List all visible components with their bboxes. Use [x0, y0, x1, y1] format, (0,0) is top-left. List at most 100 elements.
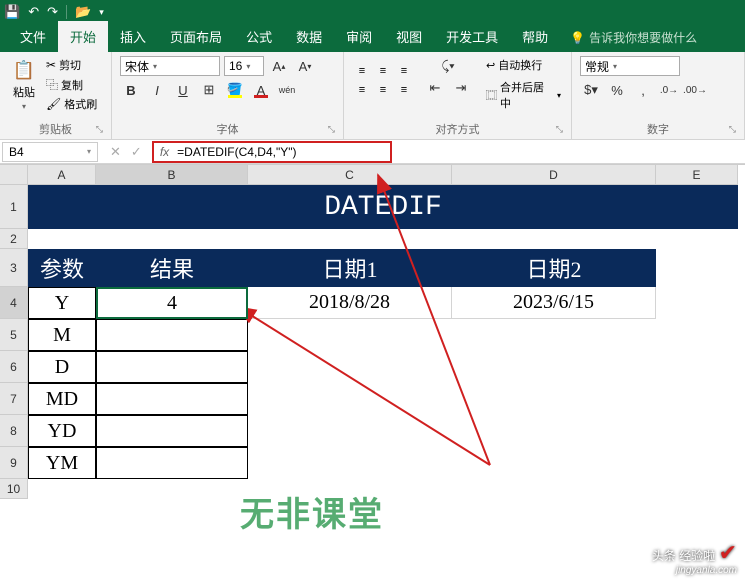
check-icon: ✔	[719, 540, 737, 565]
accept-icon[interactable]: ✓	[131, 144, 142, 160]
column-header-B[interactable]: B	[96, 165, 248, 185]
cell[interactable]	[96, 351, 248, 383]
tab-review[interactable]: 审阅	[334, 21, 384, 52]
cell[interactable]: DATEDIF	[28, 185, 738, 229]
cell[interactable]	[96, 415, 248, 447]
row-header-1[interactable]: 1	[0, 185, 28, 229]
column-header-A[interactable]: A	[28, 165, 96, 185]
merge-label: 合并后居中	[500, 79, 552, 111]
decrease-font-button[interactable]: A▾	[294, 56, 316, 76]
worksheet[interactable]: ABCDE 12345678910 DATEDIF参数结果日期1日期2Y4201…	[0, 164, 745, 584]
cell[interactable]: Y	[28, 287, 96, 319]
orientation-button[interactable]: ⤹▾	[424, 56, 472, 76]
copy-button[interactable]: ⿻复制	[44, 75, 99, 94]
phonetic-button[interactable]: wén	[276, 80, 298, 100]
align-top-button[interactable]: ≡	[352, 62, 372, 80]
currency-button[interactable]: $▾	[580, 80, 602, 100]
redo-icon[interactable]: ↷	[47, 4, 58, 20]
cell[interactable]: D	[28, 351, 96, 383]
cell[interactable]: M	[28, 319, 96, 351]
cell[interactable]: 2018/8/28	[248, 287, 452, 319]
fill-color-button[interactable]: 🪣	[224, 80, 246, 100]
tab-view[interactable]: 视图	[384, 21, 434, 52]
dialog-launcher-icon[interactable]: ⤡	[96, 124, 103, 135]
format-painter-button[interactable]: 🖌格式刷	[44, 95, 99, 113]
row-header-2[interactable]: 2	[0, 229, 28, 249]
increase-indent-button[interactable]: ⇥	[450, 78, 472, 98]
cell[interactable]	[96, 383, 248, 415]
column-header-C[interactable]: C	[248, 165, 452, 185]
save-icon[interactable]: 💾	[4, 4, 20, 20]
clipboard-group-label: 剪贴板⤡	[8, 119, 103, 137]
cell[interactable]: YD	[28, 415, 96, 447]
bold-button[interactable]: B	[120, 80, 142, 100]
border-button[interactable]: ⊞	[198, 80, 220, 100]
tab-formulas[interactable]: 公式	[234, 21, 284, 52]
align-right-button[interactable]: ≡	[394, 81, 414, 99]
cell[interactable]: 日期1	[248, 249, 452, 287]
tab-dev[interactable]: 开发工具	[434, 21, 510, 52]
cell[interactable]	[96, 447, 248, 479]
decrease-decimal-button[interactable]: .00→	[684, 80, 706, 100]
cell[interactable]: 2023/6/15	[452, 287, 656, 319]
name-box[interactable]: B4 ▾	[2, 142, 98, 162]
dialog-launcher-icon[interactable]: ⤡	[328, 124, 335, 135]
row-header-9[interactable]: 9	[0, 447, 28, 479]
dialog-launcher-icon[interactable]: ⤡	[729, 124, 736, 135]
underline-button[interactable]: U	[172, 80, 194, 100]
tab-layout[interactable]: 页面布局	[158, 21, 234, 52]
row-header-3[interactable]: 3	[0, 249, 28, 287]
row-header-10[interactable]: 10	[0, 479, 28, 499]
tab-data[interactable]: 数据	[284, 21, 334, 52]
cell[interactable]	[96, 319, 248, 351]
merge-icon: ⿴	[486, 87, 497, 103]
align-middle-button[interactable]: ≡	[373, 62, 393, 80]
column-header-E[interactable]: E	[656, 165, 738, 185]
align-center-button[interactable]: ≡	[373, 81, 393, 99]
cell[interactable]: YM	[28, 447, 96, 479]
align-bottom-button[interactable]: ≡	[394, 62, 414, 80]
paste-button[interactable]: 📋 粘贴 ▾	[8, 56, 40, 113]
percent-button[interactable]: %	[606, 80, 628, 100]
decrease-indent-button[interactable]: ⇤	[424, 78, 446, 98]
font-size-combo[interactable]: 16▾	[224, 56, 264, 76]
number-format-combo[interactable]: 常规▾	[580, 56, 680, 76]
cell[interactable]: 结果	[96, 249, 248, 287]
cut-button[interactable]: ✂剪切	[44, 56, 99, 74]
row-header-7[interactable]: 7	[0, 383, 28, 415]
align-left-button[interactable]: ≡	[352, 81, 372, 99]
font-name-combo[interactable]: 宋体▾	[120, 56, 220, 76]
italic-button[interactable]: I	[146, 80, 168, 100]
cell[interactable]: 日期2	[452, 249, 656, 287]
tab-file[interactable]: 文件	[8, 21, 58, 52]
tab-home[interactable]: 开始	[58, 21, 108, 52]
tell-me-search[interactable]: 💡 告诉我你想要做什么	[560, 23, 707, 52]
merge-center-button[interactable]: ⿴合并后居中▾	[484, 78, 563, 112]
row-header-5[interactable]: 5	[0, 319, 28, 351]
active-cell[interactable]: 4	[96, 287, 248, 319]
cell[interactable]: 参数	[28, 249, 96, 287]
dialog-launcher-icon[interactable]: ⤡	[556, 124, 563, 135]
folder-icon[interactable]: 📂	[75, 4, 91, 20]
tab-insert[interactable]: 插入	[108, 21, 158, 52]
cancel-icon[interactable]: ✕	[110, 144, 121, 160]
dropdown-icon[interactable]: ▾	[99, 7, 104, 18]
row-header-4[interactable]: 4	[0, 287, 28, 319]
tab-help[interactable]: 帮助	[510, 21, 560, 52]
select-all-corner[interactable]	[0, 165, 28, 185]
formula-input-highlighted[interactable]: fx =DATEDIF(C4,D4,"Y")	[152, 141, 392, 163]
row-header-6[interactable]: 6	[0, 351, 28, 383]
increase-font-button[interactable]: A▴	[268, 56, 290, 76]
cell[interactable]: MD	[28, 383, 96, 415]
wrap-text-button[interactable]: ↩自动换行	[484, 56, 563, 74]
group-alignment: ≡ ≡ ≡ ≡ ≡ ≡ ⤹▾ ⇤ ⇥ ↩自动换行 ⿴合并后居中▾ 对齐方式⤡	[344, 52, 572, 139]
scissors-icon: ✂	[46, 58, 56, 72]
paste-label: 粘贴	[13, 84, 35, 100]
increase-decimal-button[interactable]: .0→	[658, 80, 680, 100]
undo-icon[interactable]: ↶	[28, 4, 39, 20]
column-header-D[interactable]: D	[452, 165, 656, 185]
bulb-icon: 💡	[570, 31, 585, 45]
comma-button[interactable]: ,	[632, 80, 654, 100]
font-color-button[interactable]: A	[250, 80, 272, 100]
row-header-8[interactable]: 8	[0, 415, 28, 447]
